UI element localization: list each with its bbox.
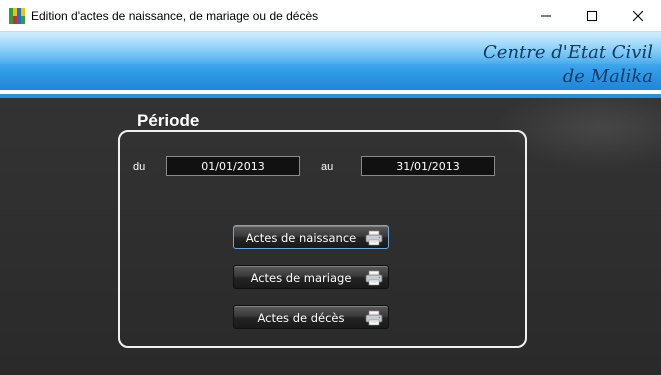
actes-naissance-button[interactable]: Actes de naissance (233, 225, 389, 249)
minimize-icon (541, 15, 551, 16)
actes-mariage-label: Actes de mariage (250, 271, 352, 285)
actes-deces-button[interactable]: Actes de décès (233, 305, 389, 329)
actes-naissance-label: Actes de naissance (245, 231, 357, 245)
title-bar: Edition d'actes de naissance, de mariage… (0, 0, 661, 32)
app-icon (9, 8, 25, 24)
to-date-label: au (321, 161, 334, 173)
maximize-button[interactable] (569, 0, 615, 31)
centre-name-line-2: de Malika (562, 66, 653, 87)
printer-icon (365, 230, 383, 246)
centre-name-line-1: Centre d'Etat Civil (483, 42, 653, 63)
minimize-button[interactable] (523, 0, 569, 31)
actes-deces-label: Actes de décès (257, 311, 345, 325)
to-date-input[interactable] (361, 156, 495, 176)
actes-mariage-button[interactable]: Actes de mariage (233, 265, 389, 289)
printer-icon (365, 310, 383, 326)
maximize-icon (587, 10, 597, 21)
close-icon (633, 10, 643, 21)
window-title: Edition d'actes de naissance, de mariage… (31, 9, 319, 23)
from-date-label: du (133, 161, 146, 173)
printer-icon (365, 270, 383, 286)
close-button[interactable] (615, 0, 661, 31)
periode-title: Période (137, 111, 200, 130)
from-date-input[interactable] (166, 156, 300, 176)
